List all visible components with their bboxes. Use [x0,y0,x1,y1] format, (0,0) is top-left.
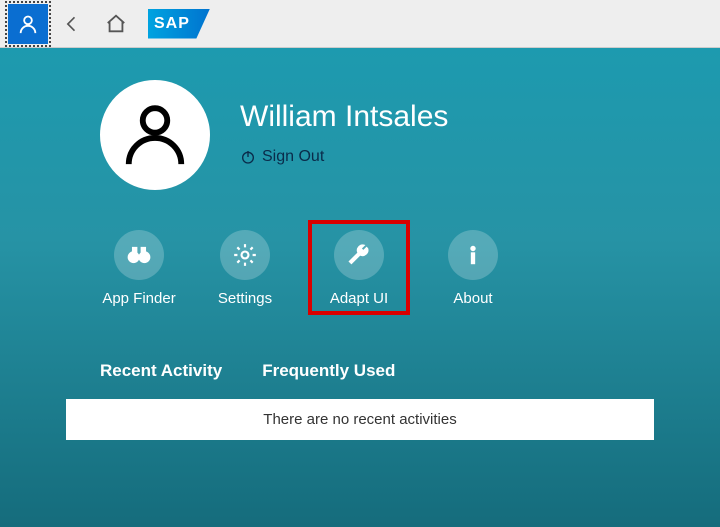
settings-label: Settings [218,290,272,307]
header-bar: SAP [0,0,720,48]
home-button[interactable] [96,4,136,44]
me-area-button[interactable] [8,4,48,44]
gear-icon [220,230,270,280]
profile-section: William Intsales Sign Out [40,68,680,202]
app-finder-tile[interactable]: App Finder [100,230,178,311]
sign-out-label: Sign Out [262,148,324,166]
adapt-ui-label: Adapt UI [330,290,388,307]
power-icon [240,149,256,165]
highlight-indicator: Adapt UI [308,220,410,315]
tab-frequently-used[interactable]: Frequently Used [262,361,395,381]
info-icon [448,230,498,280]
tab-recent-activity[interactable]: Recent Activity [100,361,222,381]
profile-text: William Intsales Sign Out [240,100,448,170]
about-tile[interactable]: About [434,230,512,311]
me-area-panel: William Intsales Sign Out App Finder Set… [0,48,720,527]
app-finder-label: App Finder [102,290,175,307]
empty-state-banner: There are no recent activities [66,399,654,440]
avatar [100,80,210,190]
username-display: William Intsales [240,100,448,134]
sign-out-link[interactable]: Sign Out [240,148,324,166]
adapt-ui-tile[interactable]: Adapt UI [320,230,398,307]
sap-logo: SAP [148,9,210,39]
binoculars-icon [114,230,164,280]
section-tabs: Recent Activity Frequently Used [40,321,680,399]
wrench-icon [334,230,384,280]
about-label: About [453,290,492,307]
back-button[interactable] [52,4,92,44]
settings-tile[interactable]: Settings [206,230,284,311]
actions-row: App Finder Settings Adapt UI About [40,202,680,321]
